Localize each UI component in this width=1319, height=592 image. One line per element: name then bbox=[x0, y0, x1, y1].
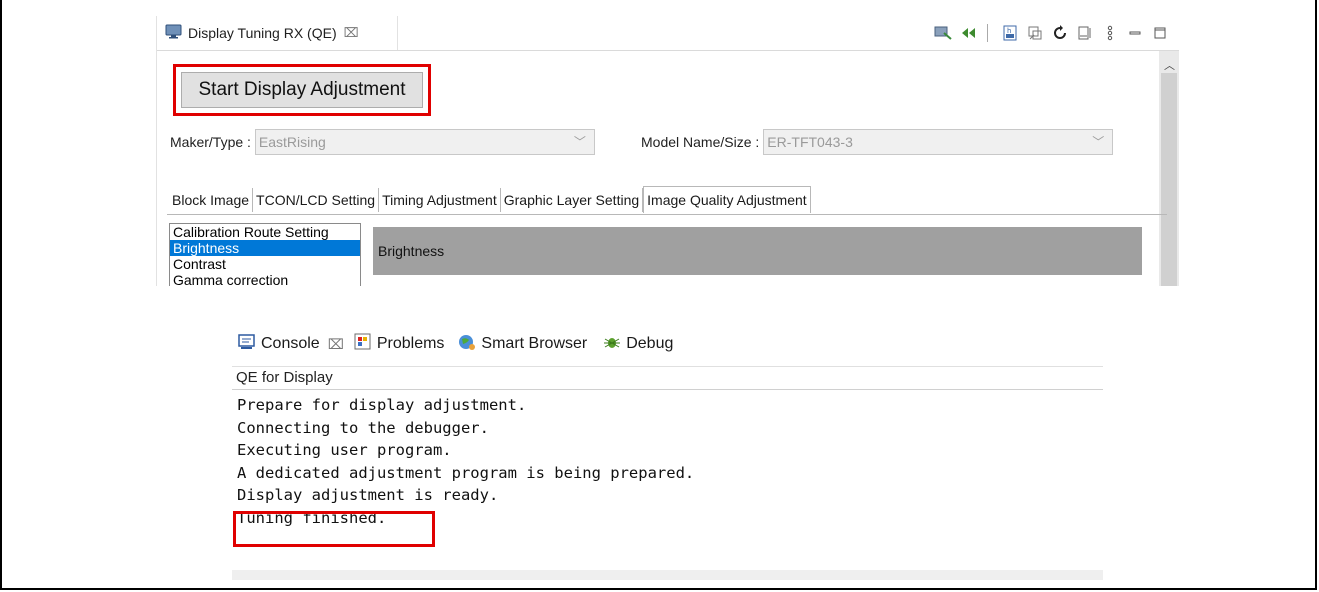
tab-strip-baseline bbox=[167, 214, 1167, 215]
globe-icon bbox=[458, 333, 476, 356]
tab-image-quality-adjustment[interactable]: Image Quality Adjustment bbox=[643, 186, 811, 213]
display-tuning-panel: Display Tuning RX (QE) ⌧ h ︿ Start Displ… bbox=[156, 16, 1179, 286]
problems-icon bbox=[354, 333, 372, 356]
console-line: Prepare for display adjustment. bbox=[237, 396, 527, 414]
tab-smart-browser[interactable]: Smart Browser bbox=[458, 333, 587, 356]
tab-block-image[interactable]: Block Image bbox=[169, 188, 254, 212]
start-button-highlight: Start Display Adjustment bbox=[173, 64, 431, 116]
section-header-label: Brightness bbox=[378, 243, 445, 259]
console-line: A dedicated adjustment program is being … bbox=[237, 463, 695, 482]
rewind-icon[interactable] bbox=[957, 22, 979, 44]
refresh-icon[interactable] bbox=[1049, 22, 1071, 44]
console-icon bbox=[238, 333, 256, 355]
maker-row: Maker/Type : EastRising ﹀ bbox=[170, 129, 595, 155]
bug-icon bbox=[603, 333, 621, 356]
model-select[interactable]: ER-TFT043-3 ﹀ bbox=[763, 129, 1114, 155]
adjustment-item-list: Calibration Route Setting Brightness Con… bbox=[169, 223, 361, 286]
maker-label: Maker/Type : bbox=[170, 134, 251, 150]
chevron-down-icon: ﹀ bbox=[573, 135, 586, 149]
console-title: QE for Display bbox=[236, 369, 333, 386]
close-icon[interactable]: ⌧ bbox=[328, 336, 344, 353]
tab-debug[interactable]: Debug bbox=[603, 333, 673, 356]
adjustment-tabs: Block Image TCON/LCD Setting Timing Adju… bbox=[169, 186, 811, 214]
model-row: Model Name/Size : ER-TFT043-3 ﹀ bbox=[641, 129, 1114, 155]
tab-graphic-layer-setting[interactable]: Graphic Layer Setting bbox=[501, 188, 644, 212]
console-line: Display adjustment is ready. bbox=[237, 486, 499, 504]
list-item-gamma-correction[interactable]: Gamma correction bbox=[170, 272, 360, 286]
tab-tcon-lcd-setting[interactable]: TCON/LCD Setting bbox=[253, 188, 380, 212]
chevron-down-icon: ﹀ bbox=[1092, 135, 1105, 149]
tuning-finished-highlight bbox=[233, 511, 435, 547]
tab-debug-label: Debug bbox=[626, 335, 674, 352]
console-tab-bar: Console ⌧ Problems Smart Browser Debug bbox=[232, 322, 1103, 367]
minimize-icon[interactable] bbox=[1124, 22, 1146, 44]
maker-select[interactable]: EastRising ﹀ bbox=[254, 129, 595, 155]
start-display-adjustment-button[interactable]: Start Display Adjustment bbox=[181, 72, 423, 108]
panel-icon[interactable] bbox=[1074, 22, 1096, 44]
vertical-scrollbar[interactable]: ︿ bbox=[1159, 51, 1179, 286]
monitor-icon bbox=[165, 24, 182, 42]
console-title-divider bbox=[232, 389, 1103, 390]
tab-problems-label: Problems bbox=[376, 335, 445, 352]
maker-value: EastRising bbox=[258, 134, 326, 150]
list-item-brightness[interactable]: Brightness bbox=[170, 240, 360, 256]
maximize-icon[interactable] bbox=[1149, 22, 1171, 44]
console-line: Executing user program. bbox=[237, 441, 452, 459]
console-output: Prepare for display adjustment. Connectin… bbox=[237, 394, 694, 529]
horizontal-scrollbar[interactable] bbox=[232, 570, 1103, 580]
header-file-icon[interactable]: h bbox=[999, 22, 1021, 44]
connect-icon[interactable] bbox=[932, 22, 954, 44]
close-icon[interactable]: ⌧ bbox=[344, 25, 359, 41]
svg-text:h: h bbox=[1007, 27, 1011, 35]
scroll-up-icon[interactable]: ︿ bbox=[1164, 57, 1175, 73]
export-icon[interactable] bbox=[1024, 22, 1046, 44]
tab-console[interactable]: Console ⌧ bbox=[238, 333, 344, 355]
console-line: Connecting to the debugger. bbox=[237, 418, 489, 437]
scroll-thumb[interactable] bbox=[1161, 73, 1177, 286]
tab-label: Display Tuning RX (QE) bbox=[188, 25, 337, 41]
list-item-calibration-route-setting[interactable]: Calibration Route Setting bbox=[170, 224, 360, 240]
tab-timing-adjustment[interactable]: Timing Adjustment bbox=[379, 188, 501, 212]
toolbar-separator bbox=[987, 24, 988, 42]
view-tab-bar: Display Tuning RX (QE) ⌧ h bbox=[157, 16, 1179, 51]
model-label: Model Name/Size : bbox=[641, 134, 760, 150]
view-toolbar: h bbox=[929, 22, 1171, 44]
tab-console-label: Console bbox=[261, 335, 320, 352]
tab-display-tuning[interactable]: Display Tuning RX (QE) ⌧ bbox=[157, 16, 398, 50]
model-value: ER-TFT043-3 bbox=[767, 134, 853, 150]
tab-smart-browser-label: Smart Browser bbox=[481, 335, 588, 352]
section-header-bar: Brightness bbox=[373, 227, 1142, 275]
tab-problems[interactable]: Problems bbox=[354, 333, 445, 356]
view-menu-icon[interactable] bbox=[1099, 22, 1121, 44]
list-item-contrast[interactable]: Contrast bbox=[170, 256, 360, 272]
